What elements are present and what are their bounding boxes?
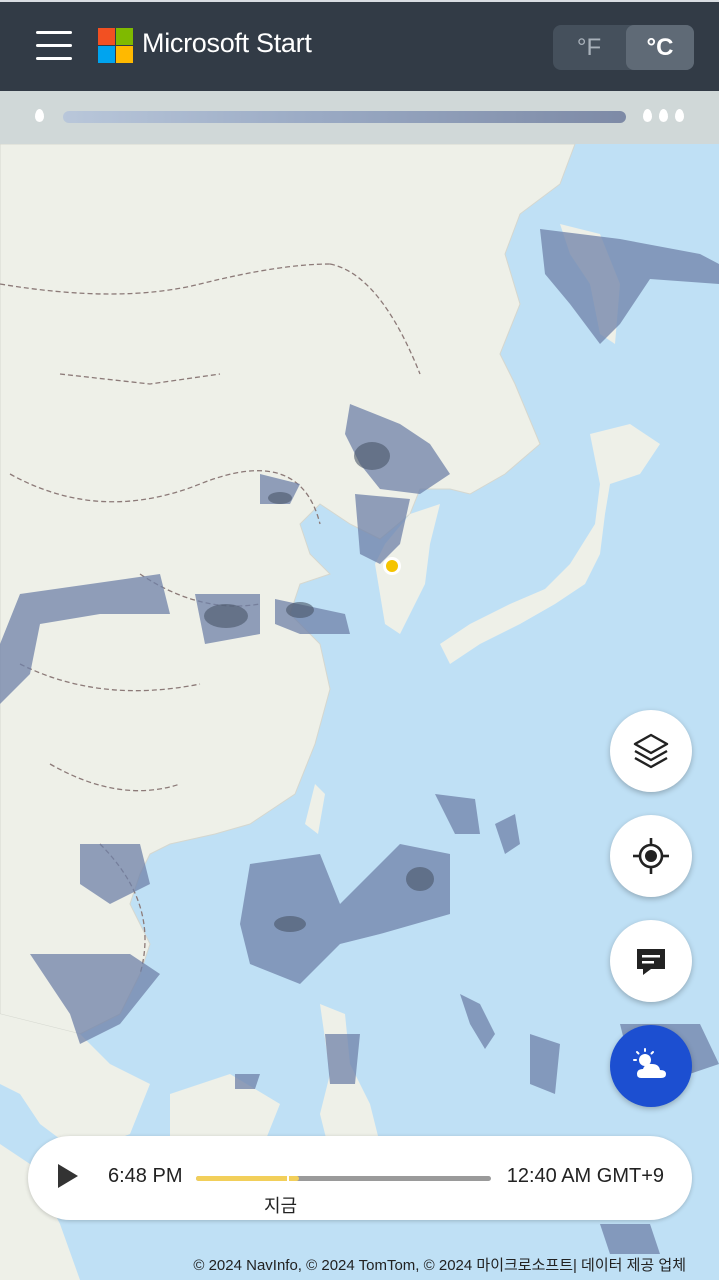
now-label: 지금 — [264, 1196, 298, 1216]
play-icon[interactable] — [58, 1164, 78, 1188]
timeline-end-time: 12:40 AM GMT+9 — [506, 1165, 664, 1187]
celsius-button[interactable]: °C — [626, 25, 694, 70]
timeline-now-marker — [287, 1173, 290, 1184]
timeline-progress — [196, 1176, 300, 1181]
precipitation-legend — [0, 91, 719, 144]
locate-button[interactable] — [610, 815, 692, 897]
brand-title: Microsoft Start — [142, 28, 312, 58]
menu-icon[interactable] — [36, 31, 72, 61]
message-icon — [637, 949, 665, 975]
drop-icon — [35, 109, 44, 122]
timeline-start-time: 6:48 PM — [108, 1165, 183, 1187]
layers-icon — [633, 733, 669, 769]
app-header: Microsoft Start °F °C — [0, 0, 719, 91]
weather-button[interactable] — [610, 1025, 692, 1107]
timeline-player: 6:48 PM 지금 12:40 AM GMT+9 — [28, 1136, 692, 1220]
map-canvas — [0, 144, 719, 1280]
timeline-slider[interactable] — [196, 1173, 491, 1184]
fahrenheit-button[interactable]: °F — [553, 25, 625, 70]
microsoft-logo — [98, 28, 133, 63]
unit-toggle: °F °C — [553, 25, 694, 70]
feedback-button[interactable] — [610, 920, 692, 1002]
layers-button[interactable] — [610, 710, 692, 792]
partly-cloudy-icon — [633, 1048, 666, 1078]
map-attribution: © 2024 NavInfo, © 2024 TomTom, © 2024 마이… — [193, 1257, 686, 1274]
radar-map[interactable] — [0, 144, 719, 1280]
precipitation-scale — [63, 111, 626, 123]
crosshair-icon — [633, 838, 669, 874]
